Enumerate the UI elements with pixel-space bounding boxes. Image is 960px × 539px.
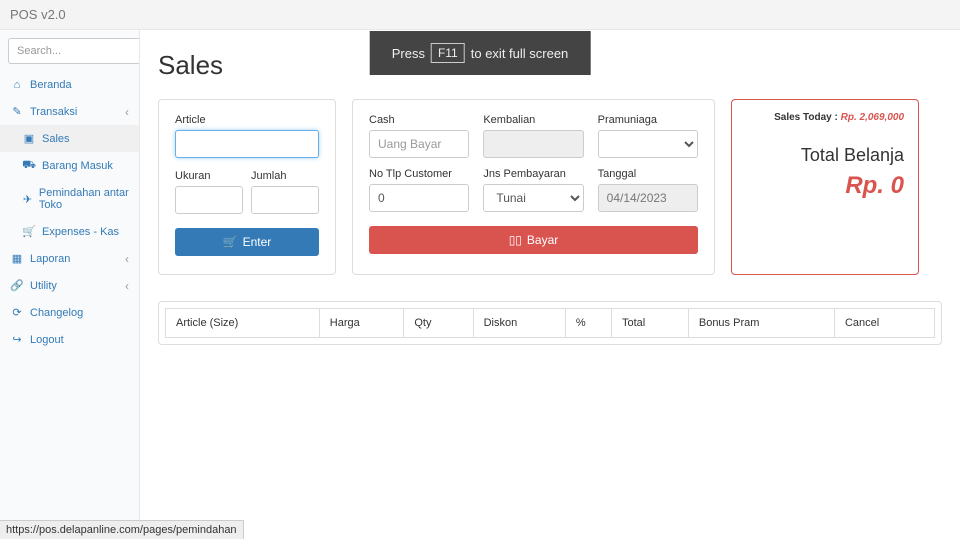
col-harga: Harga [319,309,404,338]
nav-label: Beranda [30,79,72,91]
logout-icon: ↪ [10,333,24,346]
sales-today-label: Sales Today : [774,112,838,123]
nav-logout[interactable]: ↪ Logout [0,326,139,353]
nav-label: Utility [30,280,57,292]
nav-barang-masuk[interactable]: ⛟ Barang Masuk [0,152,139,180]
money-icon: ▯▯ [509,233,522,247]
search-input[interactable] [8,38,140,64]
col-pct: % [565,309,611,338]
bayar-button-label: Bayar [527,233,558,247]
total-belanja-label: Total Belanja [746,145,904,166]
jumlah-input[interactable] [251,186,319,214]
edit-icon: ✎ [10,105,24,118]
nav-label: Changelog [30,307,83,319]
total-belanja-value: Rp. 0 [746,172,904,200]
col-bonus: Bonus Pram [688,309,834,338]
cart-icon: 🛒 [223,235,238,249]
nav-label: Barang Masuk [42,160,113,172]
notlp-input[interactable] [369,184,469,212]
sidebar: ⌂ Beranda ✎ Transaksi ▣ Sales ⛟ Barang M… [0,30,140,539]
col-qty: Qty [404,309,473,338]
nav-utility[interactable]: 🔗 Utility [0,272,139,299]
main-content: Sales Article Ukuran Jumlah [140,30,960,539]
article-label: Article [175,114,319,126]
cart-icon: 🛒 [22,225,36,238]
kembalian-input [483,130,583,158]
enter-button-label: Enter [243,235,272,249]
fullscreen-banner: Press F11 to exit full screen [370,31,591,75]
refresh-icon: ⟳ [10,306,24,319]
nav-label: Transaksi [30,106,77,118]
jns-select[interactable]: Tunai [483,184,583,212]
money-icon: ▣ [22,132,36,145]
nav-label: Logout [30,334,64,346]
nav-pemindahan[interactable]: ✈ Pemindahan antar Toko [0,180,139,218]
ukuran-label: Ukuran [175,170,243,182]
bayar-button[interactable]: ▯▯ Bayar [369,226,698,254]
col-cancel: Cancel [834,309,934,338]
cash-label: Cash [369,114,469,126]
sales-table-wrap: Article (Size) Harga Qty Diskon % Total … [158,301,942,345]
nav-beranda[interactable]: ⌂ Beranda [0,72,139,98]
nav-transaksi[interactable]: ✎ Transaksi [0,98,139,125]
pramuniaga-select[interactable] [598,130,698,158]
sales-today-value: Rp. 2,069,000 [841,112,904,123]
nav-laporan[interactable]: ▦ Laporan [0,245,139,272]
total-panel: Sales Today : Rp. 2,069,000 Total Belanj… [731,99,919,275]
truck-icon: ⛟ [22,159,36,173]
fullscreen-press: Press [392,46,425,61]
fullscreen-key: F11 [431,43,465,63]
notlp-label: No Tlp Customer [369,168,469,180]
pramuniaga-label: Pramuniaga [598,114,698,126]
nav-label: Pemindahan antar Toko [39,187,129,211]
link-icon: 🔗 [10,279,24,292]
article-input[interactable] [175,130,319,158]
th-icon: ▦ [10,252,24,265]
enter-button[interactable]: 🛒 Enter [175,228,319,256]
nav-sales[interactable]: ▣ Sales [0,125,139,152]
col-article: Article (Size) [166,309,320,338]
nav-label: Laporan [30,253,70,265]
app-title-bar: POS v2.0 [0,0,960,30]
col-total: Total [611,309,688,338]
nav-label: Sales [42,133,70,145]
col-diskon: Diskon [473,309,565,338]
nav-changelog[interactable]: ⟳ Changelog [0,299,139,326]
article-panel: Article Ukuran Jumlah 🛒 Enter [158,99,336,275]
sales-table: Article (Size) Harga Qty Diskon % Total … [165,308,935,338]
sales-today: Sales Today : Rp. 2,069,000 [746,112,904,123]
plane-icon: ✈ [22,193,33,206]
app-title: POS v2.0 [10,7,66,22]
nav-expenses[interactable]: 🛒 Expenses - Kas [0,218,139,245]
jumlah-label: Jumlah [251,170,319,182]
fullscreen-rest: to exit full screen [471,46,569,61]
tanggal-input [598,184,698,212]
ukuran-input[interactable] [175,186,243,214]
kembalian-label: Kembalian [483,114,583,126]
jns-label: Jns Pembayaran [483,168,583,180]
tanggal-label: Tanggal [598,168,698,180]
home-icon: ⌂ [10,79,24,91]
status-bar: https://pos.delapanline.com/pages/pemind… [0,520,244,539]
cash-input[interactable] [369,130,469,158]
nav-label: Expenses - Kas [42,226,119,238]
payment-panel: Cash Kembalian Pramuniaga No Tlp Custome… [352,99,715,275]
